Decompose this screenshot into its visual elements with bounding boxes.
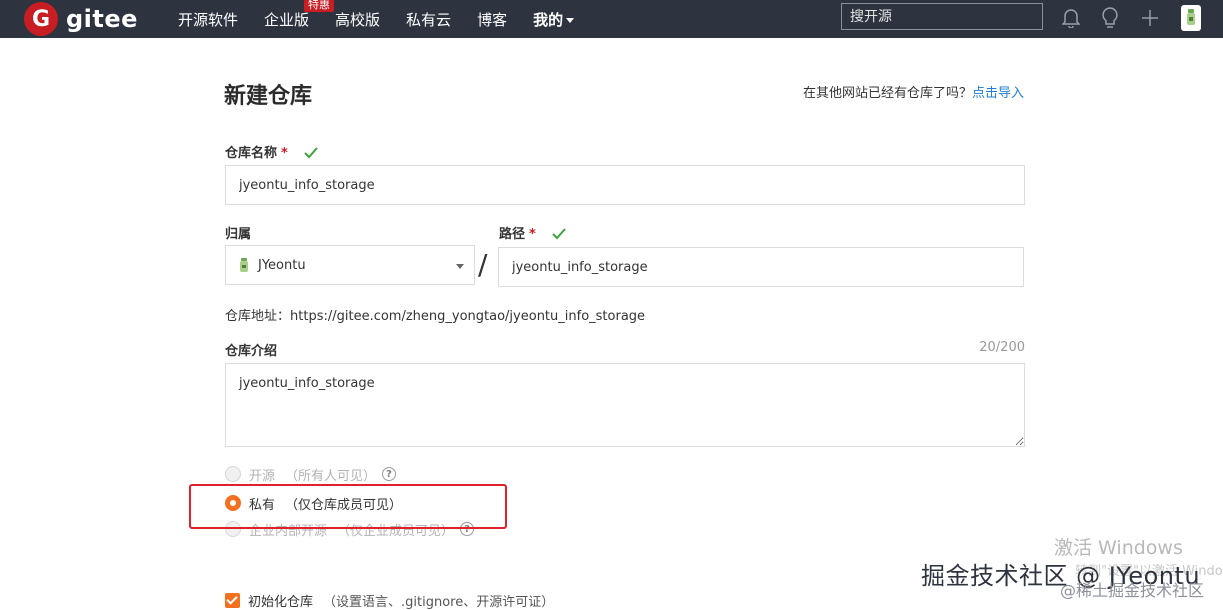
nav-open-source[interactable]: 开源软件 xyxy=(178,9,238,30)
radio-public-note: （所有人可见） xyxy=(285,468,377,484)
avatar-icon xyxy=(1187,9,1195,25)
owner-avatar-icon xyxy=(240,258,248,272)
page-title: 新建仓库 xyxy=(224,84,313,109)
path-separator: / xyxy=(478,248,488,281)
radio-enterprise-label: 企业内部开源 xyxy=(249,523,328,539)
repo-name-label: 仓库名称 * xyxy=(225,142,319,163)
desc-label: 仓库介绍 xyxy=(225,344,278,359)
radio-private-control[interactable] xyxy=(225,495,241,511)
import-prompt: 在其他网站已经有仓库了吗？点击导入 xyxy=(803,82,1024,101)
promo-badge: 特惠 xyxy=(304,0,335,12)
search-input[interactable] xyxy=(841,3,1043,30)
owner-select[interactable]: JYeontu xyxy=(225,245,475,285)
top-navbar: G gitee 开源软件 企业版 特惠 高校版 私有云 博客 我的 xyxy=(0,0,1223,38)
desc-counter: 20/200 xyxy=(979,340,1025,355)
radio-public-control[interactable] xyxy=(225,466,241,482)
radio-private[interactable]: 私有 （仅仓库成员可见） xyxy=(225,493,402,513)
chevron-down-icon xyxy=(566,17,575,23)
nav-open-source-label: 开源软件 xyxy=(178,10,239,29)
nav-blog-label: 博客 xyxy=(477,10,508,29)
required-mark: * xyxy=(281,146,288,161)
init-repo-note: （设置语言、.gitignore、开源许可证） xyxy=(323,594,555,610)
radio-enterprise[interactable]: 企业内部开源 （仅企业成员可见） ? xyxy=(225,519,475,539)
nav-enterprise[interactable]: 企业版 特惠 xyxy=(264,0,335,30)
repo-url-label: 仓库地址： xyxy=(225,309,291,324)
desc-textarea[interactable]: jyeontu_info_storage xyxy=(225,363,1025,447)
repo-url: 仓库地址：https://gitee.com/zheng_yongtao/jye… xyxy=(225,305,645,324)
radio-enterprise-note: （仅企业成员可见） xyxy=(337,523,455,539)
repo-url-value: https://gitee.com/zheng_yongtao/jyeontu_… xyxy=(290,309,646,324)
repo-name-input[interactable] xyxy=(225,165,1025,205)
path-input[interactable] xyxy=(498,247,1024,287)
nav-education[interactable]: 高校版 xyxy=(335,9,380,30)
gitee-logo-text: gitee xyxy=(66,5,138,33)
radio-public[interactable]: 开源 （所有人可见） ? xyxy=(225,464,397,484)
nav-mine-dropdown[interactable]: 我的 xyxy=(533,9,575,30)
juejin-watermark-sub: @稀土掘金技术社区 xyxy=(1060,581,1205,600)
nav-private-cloud[interactable]: 私有云 xyxy=(406,9,451,30)
main-nav: 开源软件 企业版 特惠 高校版 私有云 博客 我的 xyxy=(178,0,600,38)
gitee-logo[interactable]: G gitee xyxy=(24,2,138,36)
import-link[interactable]: 点击导入 xyxy=(972,86,1024,101)
radio-public-label: 开源 xyxy=(249,468,276,484)
required-mark: * xyxy=(529,227,536,242)
radio-private-note: （仅仓库成员可见） xyxy=(285,497,403,513)
import-prompt-text: 在其他网站已经有仓库了吗？ xyxy=(802,86,972,101)
init-repo-label: 初始化仓库 xyxy=(248,594,314,610)
gitee-logo-icon: G xyxy=(24,2,58,36)
check-icon xyxy=(304,147,319,163)
owner-label: 归属 xyxy=(225,227,252,242)
lightbulb-icon[interactable] xyxy=(1099,7,1121,29)
help-icon[interactable]: ? xyxy=(382,467,397,481)
path-label: 路径 * xyxy=(499,223,567,244)
init-repo-checkbox[interactable] xyxy=(225,592,240,608)
bell-icon[interactable] xyxy=(1060,7,1082,29)
nav-private-cloud-label: 私有云 xyxy=(406,10,452,29)
check-icon xyxy=(552,228,567,244)
chevron-down-icon xyxy=(456,264,464,269)
nav-education-label: 高校版 xyxy=(335,10,381,29)
plus-icon[interactable] xyxy=(1139,7,1161,29)
init-repo-checkbox-row[interactable]: 初始化仓库 （设置语言、.gitignore、开源许可证） xyxy=(225,590,554,610)
nav-mine-label: 我的 xyxy=(533,10,564,29)
repo-name-label-text: 仓库名称 xyxy=(225,146,278,161)
nav-blog[interactable]: 博客 xyxy=(477,9,507,30)
path-label-text: 路径 xyxy=(499,227,526,242)
owner-value: JYeontu xyxy=(258,257,306,273)
help-icon[interactable]: ? xyxy=(460,522,475,536)
radio-enterprise-control[interactable] xyxy=(225,521,241,537)
radio-private-label: 私有 xyxy=(249,497,276,513)
avatar[interactable] xyxy=(1181,5,1201,31)
nav-enterprise-label: 企业版 xyxy=(264,10,310,29)
